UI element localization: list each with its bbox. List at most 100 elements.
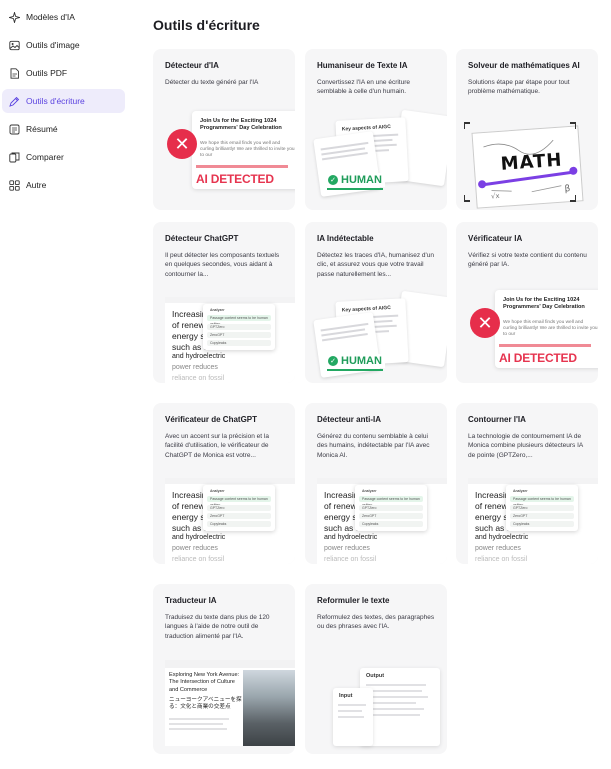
image-icon — [9, 40, 20, 51]
card-title: Vérificateur de ChatGPT — [165, 415, 258, 424]
sidebar-item-label: Outils d'écriture — [26, 96, 85, 106]
sidebar-item-compare[interactable]: Comparer — [2, 145, 125, 169]
card-title: IA Indétectable — [317, 234, 374, 243]
text-line: reliance on fossil — [172, 375, 225, 382]
ai-detected-label: AI DETECTED — [196, 172, 274, 186]
check-icon: ✓ — [328, 356, 338, 366]
screenshot: Increasing of renewa energy so such as s… — [165, 478, 295, 564]
card-description: Détectez les traces d'IA, humanisez d'un… — [317, 252, 435, 278]
underline — [327, 369, 383, 371]
popup-row: Passage content seems to be human writte… — [510, 496, 574, 507]
popup-row: Passage content seems to be human writte… — [359, 496, 423, 507]
popup-title: Analyzer — [210, 489, 225, 493]
analyzer-popup: Analyzer Passage content seems to be hum… — [203, 304, 275, 350]
sidebar-item-ai-models[interactable]: Modèles d'IA — [2, 5, 125, 29]
screenshot: Increasing of renewa energy so such as s… — [468, 478, 598, 564]
human-label: HUMAN — [341, 174, 382, 186]
popup-row: Copyleaks — [207, 521, 271, 527]
email-body: We hope this email finds you well and cu… — [503, 320, 598, 338]
tool-card-chatgpt-detector[interactable]: Détecteur ChatGPT Il peut détecter les c… — [153, 222, 295, 383]
tool-card-ai-checker[interactable]: Vérificateur IA Vérifiez si votre texte … — [456, 222, 598, 383]
writing-screenshot: Increasing of renewa energy so such as s… — [165, 297, 295, 383]
sidebar-item-pdf-tools[interactable]: Outils PDF — [2, 61, 125, 85]
sidebar-item-other[interactable]: Autre — [2, 173, 125, 197]
popup-row: Passage content seems to be human writte… — [207, 496, 271, 507]
card-description: Détecter du texte généré par l'IA — [165, 79, 259, 86]
card-description: Avec un accent sur la précision et la fa… — [165, 433, 269, 459]
japanese-text: ニューヨークアベニューを探る：文化と商業の交差点 — [169, 697, 242, 711]
output-label: Output — [366, 673, 385, 679]
popup-row: Copyleaks — [510, 521, 574, 527]
sidebar-item-writing-tools[interactable]: Outils d'écriture — [2, 89, 125, 113]
email-body: We hope this email finds you well and cu… — [200, 141, 295, 159]
pen-icon — [9, 96, 20, 107]
ai-detected-illustration: Join Us for the Exciting 1024 Programmer… — [165, 111, 295, 197]
tool-card-anti-ai-detector[interactable]: Détecteur anti-IA Générez du contenu sem… — [305, 403, 447, 564]
card-title: Reformuler le texte — [317, 596, 390, 605]
input-label: Input — [339, 693, 353, 699]
sidebar-item-label: Outils d'image — [26, 40, 80, 50]
math-illustration: β √x MATH — [464, 121, 584, 209]
tool-card-math-solver[interactable]: Solveur de mathématiques AI Solutions ét… — [456, 49, 598, 210]
sidebar-item-label: Comparer — [26, 152, 64, 162]
input-panel: Input — [333, 688, 373, 746]
text-line: power reduces — [172, 364, 218, 371]
card-description: La technologie de contournement IA de Mo… — [468, 433, 583, 459]
card-description: Convertissez l'IA en une écriture sembla… — [317, 79, 411, 96]
text-line: power reduces — [172, 545, 218, 552]
pdf-icon — [9, 67, 20, 79]
sidebar-item-label: Autre — [26, 180, 47, 190]
email-preview: Join Us for the Exciting 1024 Programmer… — [192, 111, 295, 189]
text-line: reliance on fossil — [172, 556, 225, 563]
card-title: Traducteur IA — [165, 596, 217, 605]
text-line: reliance on fossil — [324, 556, 377, 563]
close-icon: ✕ — [167, 129, 197, 159]
popup-title: Analyzer — [513, 489, 528, 493]
card-description: Générez du contenu semblable à celui des… — [317, 433, 430, 459]
ai-detected-illustration: Join Us for the Exciting 1024 Programmer… — [468, 290, 598, 376]
sidebar-item-label: Modèles d'IA — [26, 12, 75, 22]
tool-card-text-humanizer[interactable]: Humaniseur de Texte IA Convertissez l'IA… — [305, 49, 447, 210]
popup-row: Passage content seems to be human writte… — [207, 315, 271, 326]
tool-card-chatgpt-checker[interactable]: Vérificateur de ChatGPT Avec un accent s… — [153, 403, 295, 564]
translator-screenshot: Exploring New York Avenue: The Intersect… — [165, 660, 295, 746]
card-description: Traduisez du texte dans plus de 120 lang… — [165, 614, 270, 640]
street-photo — [243, 670, 295, 746]
popup-row: GPTZero — [510, 505, 574, 511]
tool-card-ai-detector[interactable]: Détecteur d'IA Détecter du texte généré … — [153, 49, 295, 210]
analyzer-popup: Analyzer Passage content seems to be hum… — [203, 485, 275, 531]
email-headline: Join Us for the Exciting 1024 Programmer… — [200, 118, 282, 131]
popup-row: GPTZero — [359, 505, 423, 511]
card-title: Détecteur d'IA — [165, 61, 219, 70]
compare-icon — [9, 152, 20, 163]
card-description: Il peut détecter les composants textuels… — [165, 252, 280, 278]
card-title: Humaniseur de Texte IA — [317, 61, 408, 70]
ai-detected-label: AI DETECTED — [499, 351, 577, 365]
card-description: Reformulez des textes, des paragraphes o… — [317, 614, 435, 631]
highlight-bar — [196, 165, 288, 168]
tool-card-bypass-ai[interactable]: Contourner l'IA La technologie de contou… — [456, 403, 598, 564]
text-line: and hydroelectric — [172, 534, 226, 541]
sidebar-item-label: Outils PDF — [26, 68, 68, 78]
card-description: Vérifiez si votre texte contient du cont… — [468, 252, 587, 269]
card-title: Détecteur ChatGPT — [165, 234, 239, 243]
sidebar-item-summary[interactable]: Résumé — [2, 117, 125, 141]
human-badge: ✓ HUMAN — [325, 173, 385, 187]
popup-title: Analyzer — [210, 308, 225, 312]
writing-screenshot: Increasing of renewa energy so such as s… — [165, 478, 295, 564]
summary-icon — [9, 124, 20, 135]
popup-row: Copyleaks — [207, 340, 271, 346]
tool-card-rephrase-text[interactable]: Reformuler le texte Reformulez des texte… — [305, 584, 447, 754]
english-text: Exploring New York Avenue: The Intersect… — [169, 672, 240, 693]
tool-card-undetectable-ai[interactable]: IA Indétectable Détectez les traces d'IA… — [305, 222, 447, 383]
tool-card-ai-translator[interactable]: Traducteur IA Traduisez du texte dans pl… — [153, 584, 295, 754]
email-preview: Join Us for the Exciting 1024 Programmer… — [495, 290, 598, 368]
card-title: Solveur de mathématiques AI — [468, 61, 580, 70]
screenshot: Increasing of renewa energy so such as s… — [317, 478, 447, 564]
human-illustration: Key aspects of AIGC ✓ HUMAN — [313, 109, 447, 197]
popup-row: Copyleaks — [359, 521, 423, 527]
human-badge: ✓ HUMAN — [325, 354, 385, 368]
close-icon: ✕ — [470, 308, 500, 338]
screenshot: Increasing of renewa energy so such as s… — [165, 297, 295, 383]
sidebar-item-image-tools[interactable]: Outils d'image — [2, 33, 125, 57]
